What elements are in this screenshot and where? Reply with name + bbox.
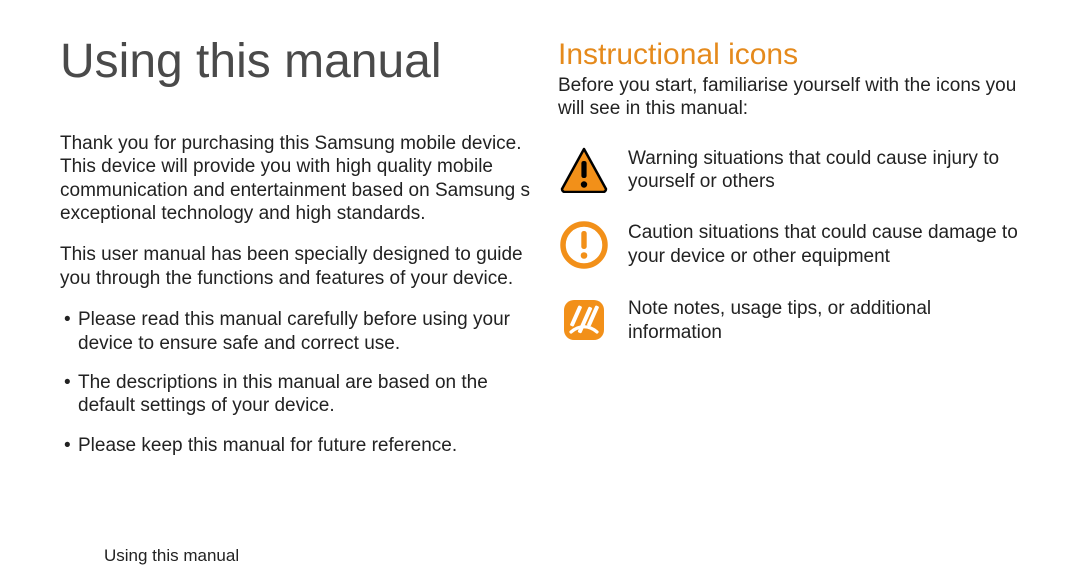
right-column: Instructional icons Before you start, fa… — [558, 38, 1028, 475]
bullet-item: The descriptions in this manual are base… — [60, 371, 530, 418]
bullet-item: Please read this manual carefully before… — [60, 308, 530, 355]
icon-definitions: Warning situations that could cause inju… — [558, 147, 1028, 344]
bullet-list: Please read this manual carefully before… — [60, 308, 530, 457]
warning-icon — [558, 147, 610, 193]
note-body: notes, usage tips, or additional informa… — [628, 298, 931, 342]
columns: Using this manual Thank you for purchasi… — [60, 38, 1028, 475]
note-lead: Note — [628, 298, 668, 319]
bullet-item: Please keep this manual for future refer… — [60, 434, 530, 457]
warning-text: Warning situations that could cause inju… — [628, 147, 1028, 194]
caution-text: Caution situations that could cause dama… — [628, 221, 1028, 268]
warning-lead: Warning — [628, 148, 698, 169]
icon-row-caution: Caution situations that could cause dama… — [558, 221, 1028, 269]
footer-running-title: Using this manual — [104, 546, 239, 566]
caution-lead: Caution — [628, 222, 694, 243]
left-column: Using this manual Thank you for purchasi… — [60, 38, 530, 475]
intro-paragraph-2: This user manual has been specially desi… — [60, 243, 530, 290]
manual-page: Using this manual Thank you for purchasi… — [0, 0, 1080, 586]
page-title: Using this manual — [60, 38, 530, 86]
caution-icon — [558, 221, 610, 269]
section-intro: Before you start, familiarise yourself w… — [558, 74, 1028, 121]
section-heading: Instructional icons — [558, 40, 1028, 70]
icon-row-note: Note notes, usage tips, or additional in… — [558, 297, 1028, 344]
note-text: Note notes, usage tips, or additional in… — [628, 297, 1028, 344]
intro-paragraph-1: Thank you for purchasing this Samsung mo… — [60, 132, 530, 225]
icon-row-warning: Warning situations that could cause inju… — [558, 147, 1028, 194]
note-icon — [558, 297, 610, 343]
